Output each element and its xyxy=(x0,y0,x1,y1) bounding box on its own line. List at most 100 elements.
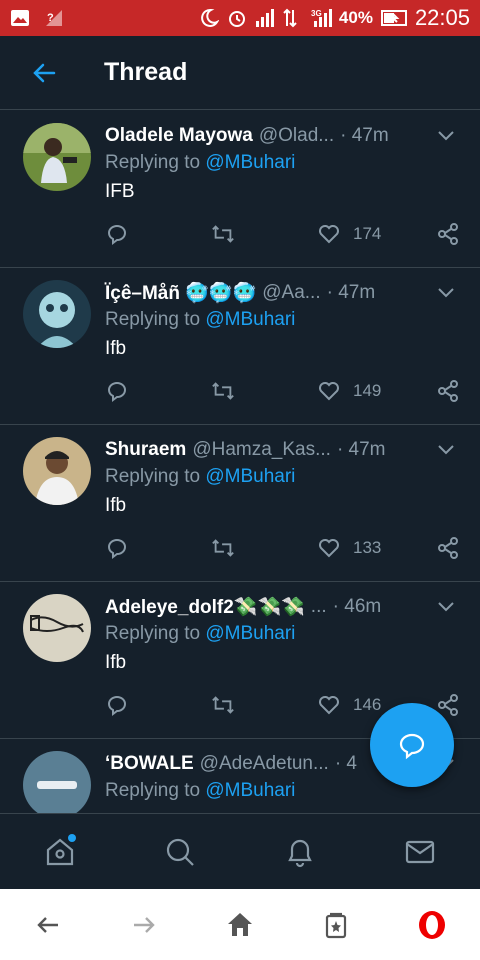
nav-search[interactable] xyxy=(150,822,210,882)
like-count: 174 xyxy=(353,224,382,243)
retweet-button[interactable] xyxy=(211,536,235,560)
chevron-down-icon[interactable] xyxy=(436,439,456,459)
chevron-down-icon[interactable] xyxy=(436,596,456,616)
avatar[interactable] xyxy=(23,437,91,505)
replying-to: Replying to @MBuhari xyxy=(105,152,295,174)
like-button[interactable]: 146 xyxy=(317,693,381,717)
tweet-header: Ïçê–Måñ 🥶🥶🥶 @Aa... · 47m xyxy=(105,280,456,306)
moon-icon xyxy=(199,8,220,28)
home-icon xyxy=(228,912,252,936)
tweet-header: Shuraem @Hamza_Kas... · 47m xyxy=(105,437,456,463)
reply-button[interactable] xyxy=(105,693,129,717)
tweet-header: Oladele Mayowa @Olad... · 47m xyxy=(105,123,456,149)
forward-arrow-icon xyxy=(134,916,155,933)
back-arrow-icon xyxy=(37,916,58,933)
tweet-text: Ifb xyxy=(105,495,127,516)
no-signal-icon: ? xyxy=(44,8,64,28)
bottom-nav xyxy=(0,813,480,889)
retweet-icon xyxy=(212,225,234,243)
share-button[interactable] xyxy=(436,379,460,403)
replying-to-label: Replying to xyxy=(105,780,206,801)
mention-link[interactable]: @MBuhari xyxy=(205,623,295,644)
like-count: 149 xyxy=(353,381,382,400)
comment-icon xyxy=(107,539,127,559)
reply-button[interactable] xyxy=(105,379,129,403)
retweet-icon xyxy=(212,696,234,714)
browser-back-button[interactable] xyxy=(20,897,76,953)
opera-icon xyxy=(419,910,445,939)
arrow-left-icon xyxy=(33,63,56,82)
like-button[interactable]: 149 xyxy=(317,379,381,403)
mention-link[interactable]: @MBuhari xyxy=(205,780,295,801)
share-button[interactable] xyxy=(436,222,460,246)
browser-tabs-button[interactable] xyxy=(308,897,364,953)
display-name[interactable]: Oladele Mayowa xyxy=(105,125,253,147)
mail-icon xyxy=(405,840,435,863)
heart-icon xyxy=(319,696,339,715)
tweet-actions: 133 xyxy=(105,533,460,563)
browser-forward-button[interactable] xyxy=(116,897,172,953)
avatar[interactable] xyxy=(23,280,91,348)
browser-home-button[interactable] xyxy=(212,897,268,953)
browser-bar xyxy=(0,889,480,960)
retweet-button[interactable] xyxy=(211,379,235,403)
tweet-item[interactable]: Ïçê–Måñ 🥶🥶🥶 @Aa... · 47m Replying to @MB… xyxy=(0,268,480,425)
reply-button[interactable] xyxy=(105,536,129,560)
mention-link[interactable]: @MBuhari xyxy=(205,152,295,173)
display-name[interactable]: Shuraem xyxy=(105,439,186,461)
share-button[interactable] xyxy=(436,536,460,560)
data-arrows-icon xyxy=(283,8,303,28)
user-handle[interactable]: @Aa... xyxy=(262,282,320,304)
mention-link[interactable]: @MBuhari xyxy=(205,466,295,487)
comment-icon xyxy=(107,225,127,245)
tweet-text: IFB xyxy=(105,181,135,202)
replying-to-label: Replying to xyxy=(105,466,206,487)
like-count: 133 xyxy=(353,538,382,557)
signal-icon xyxy=(255,8,275,28)
retweet-button[interactable] xyxy=(211,693,235,717)
like-count: 146 xyxy=(353,695,382,714)
opera-menu-button[interactable] xyxy=(404,897,460,953)
replying-to: Replying to @MBuhari xyxy=(105,780,295,802)
nav-home[interactable] xyxy=(30,822,90,882)
display-name[interactable]: Adeleye_dolf2💸💸💸 xyxy=(105,595,305,619)
svg-text:?: ? xyxy=(47,12,54,24)
avatar[interactable] xyxy=(23,751,91,813)
tweet-item[interactable]: Shuraem @Hamza_Kas... · 47m Replying to … xyxy=(0,425,480,582)
avatar[interactable] xyxy=(23,123,91,191)
like-button[interactable]: 174 xyxy=(317,222,381,246)
signal-3g-icon: 3G xyxy=(311,8,332,28)
battery-percent: 40% xyxy=(338,8,373,27)
search-icon xyxy=(166,838,194,866)
heart-icon xyxy=(319,382,339,401)
compose-reply-button[interactable] xyxy=(370,703,454,787)
retweet-button[interactable] xyxy=(211,222,235,246)
tweet-item[interactable]: Oladele Mayowa @Olad... · 47m Replying t… xyxy=(0,111,480,268)
network-label: 3G xyxy=(311,9,322,18)
user-handle[interactable]: @Hamza_Kas... xyxy=(192,439,331,461)
mention-link[interactable]: @MBuhari xyxy=(205,309,295,330)
chevron-down-icon[interactable] xyxy=(436,125,456,145)
tabs-icon xyxy=(325,912,347,938)
display-name[interactable]: ‘BOWALE xyxy=(105,753,194,775)
replying-to: Replying to @MBuhari xyxy=(105,466,295,488)
nav-notifications[interactable] xyxy=(270,822,330,882)
share-icon xyxy=(438,223,458,245)
nav-messages[interactable] xyxy=(390,822,450,882)
like-button[interactable]: 133 xyxy=(317,536,381,560)
back-button[interactable] xyxy=(22,51,66,95)
display-name[interactable]: Ïçê–Måñ 🥶🥶🥶 xyxy=(105,281,256,305)
share-icon xyxy=(438,537,458,559)
user-handle[interactable]: @AdeAdetun... xyxy=(200,753,329,775)
comment-icon xyxy=(107,696,127,716)
chevron-down-icon[interactable] xyxy=(436,282,456,302)
tweet-time: · 47m xyxy=(336,439,386,460)
reply-button[interactable] xyxy=(105,222,129,246)
heart-icon xyxy=(319,539,339,558)
user-handle[interactable]: @Olad... xyxy=(259,125,334,147)
user-handle[interactable]: ... xyxy=(311,596,327,618)
alarm-icon xyxy=(227,8,247,28)
avatar[interactable] xyxy=(23,594,91,662)
comment-icon xyxy=(107,382,127,402)
compose-reply-icon xyxy=(399,733,425,760)
